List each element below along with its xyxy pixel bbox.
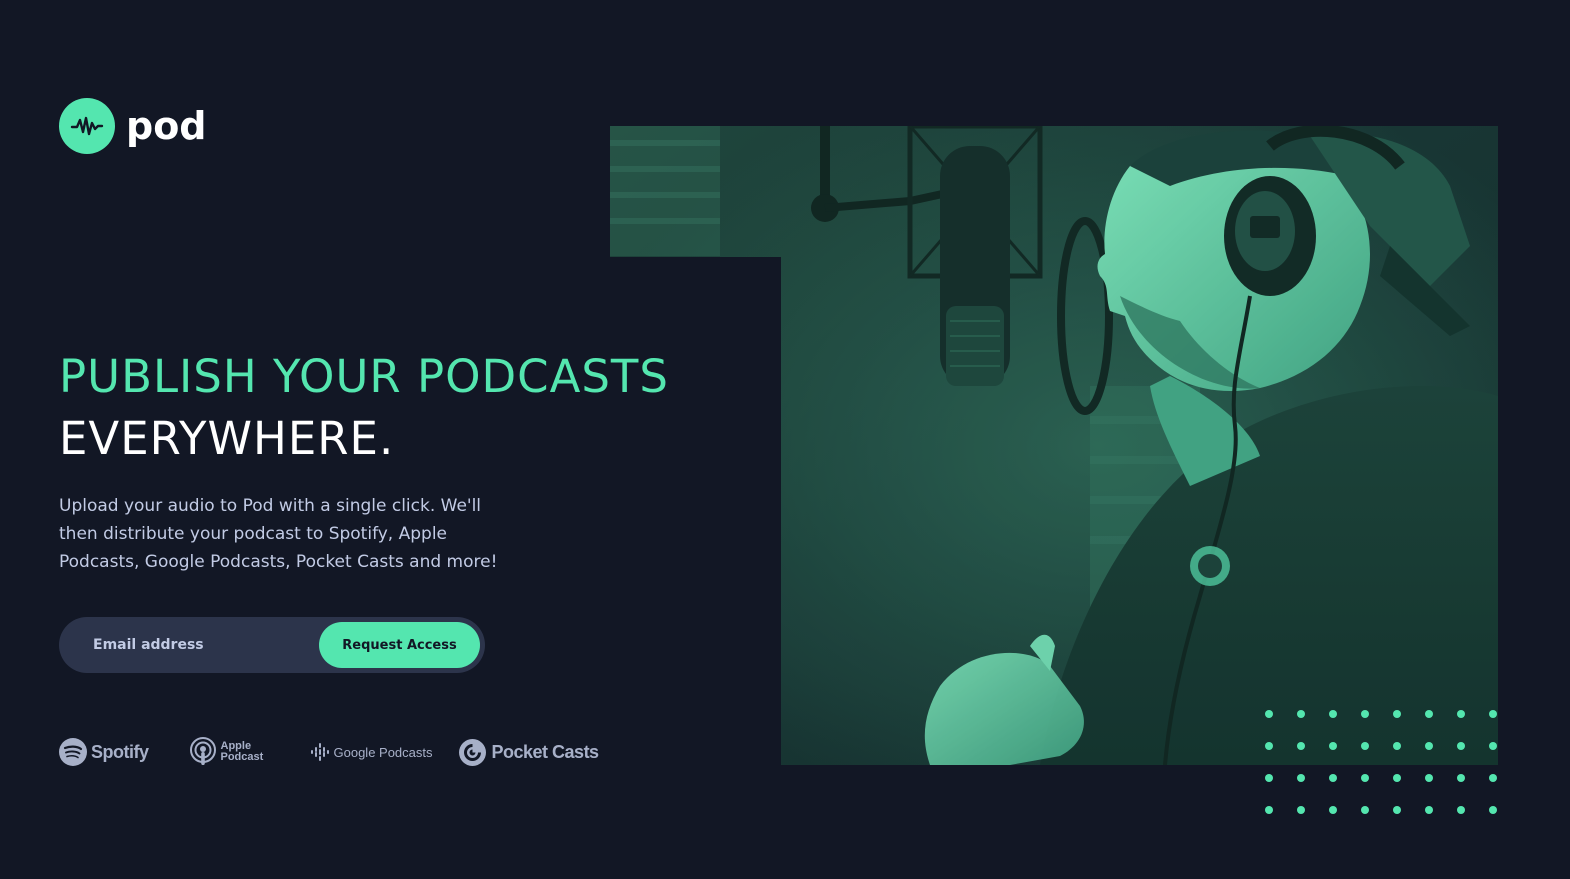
dot xyxy=(1393,710,1401,718)
platform-logos: Spotify Apple Podcast Google Podcasts Po… xyxy=(59,735,599,769)
logo[interactable]: pod xyxy=(59,98,207,154)
platform-apple-podcast: Apple Podcast xyxy=(189,737,273,767)
dot-grid xyxy=(1265,710,1497,814)
dot xyxy=(1329,806,1337,814)
spotify-icon xyxy=(59,738,87,766)
dot xyxy=(1393,806,1401,814)
dot xyxy=(1265,742,1273,750)
dot xyxy=(1297,710,1305,718)
dot xyxy=(1425,774,1433,782)
platform-google-podcasts: Google Podcasts xyxy=(310,743,433,761)
hero-description: Upload your audio to Pod with a single c… xyxy=(59,496,498,572)
platform-label-google: Google Podcasts xyxy=(333,744,433,760)
platform-pocket-casts: Pocket Casts xyxy=(458,738,600,766)
dot xyxy=(1489,710,1497,718)
headline-line-2: EVERYWHERE. xyxy=(59,412,395,465)
dot xyxy=(1425,742,1433,750)
platform-label-apple: Apple Podcast xyxy=(221,741,273,763)
brand-name: pod xyxy=(126,104,207,148)
dot xyxy=(1361,806,1369,814)
dot xyxy=(1297,806,1305,814)
dot xyxy=(1329,742,1337,750)
platform-spotify: Spotify xyxy=(59,738,149,766)
photo-cutout xyxy=(610,257,781,767)
dot xyxy=(1393,774,1401,782)
dot xyxy=(1297,742,1305,750)
dot xyxy=(1329,710,1337,718)
pocket-casts-icon xyxy=(458,738,486,766)
dot xyxy=(1361,710,1369,718)
signup-form: Request Access xyxy=(59,617,485,673)
platform-label-pocket-casts: Pocket Casts xyxy=(491,741,600,762)
dot xyxy=(1361,774,1369,782)
dot xyxy=(1361,742,1369,750)
google-podcasts-icon xyxy=(310,743,329,761)
dot xyxy=(1457,742,1465,750)
dot xyxy=(1393,742,1401,750)
dot xyxy=(1489,742,1497,750)
dot xyxy=(1265,806,1273,814)
dot xyxy=(1297,774,1305,782)
hero-headline: PUBLISH YOUR PODCASTS EVERYWHERE. xyxy=(59,346,669,470)
email-input[interactable] xyxy=(91,624,315,666)
dot xyxy=(1265,774,1273,782)
platform-label-spotify: Spotify xyxy=(91,741,149,762)
dot xyxy=(1425,710,1433,718)
dot xyxy=(1457,806,1465,814)
waveform-icon xyxy=(59,98,115,154)
apple-podcast-icon xyxy=(189,737,216,765)
dot xyxy=(1265,710,1273,718)
dot xyxy=(1489,774,1497,782)
request-access-button[interactable]: Request Access xyxy=(319,622,480,668)
dot xyxy=(1457,774,1465,782)
dot xyxy=(1329,774,1337,782)
dot xyxy=(1425,806,1433,814)
dot xyxy=(1489,806,1497,814)
apple-label-line-2: Podcast xyxy=(220,751,264,763)
headline-line-1: PUBLISH YOUR PODCASTS xyxy=(59,350,669,403)
dot xyxy=(1457,710,1465,718)
